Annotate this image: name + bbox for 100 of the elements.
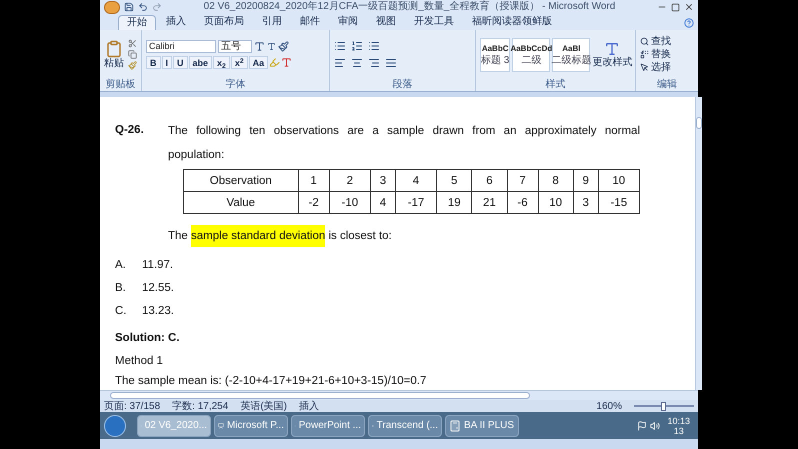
editing-command[interactable]: 查找 [640, 36, 694, 48]
style-name: 二级标题 [551, 55, 592, 66]
ribbon-tab[interactable]: 插入 [158, 15, 194, 30]
table-cell: -15 [598, 192, 640, 214]
ribbon-tab[interactable]: 审阅 [330, 15, 366, 30]
shrink-font-icon[interactable] [267, 42, 276, 51]
clear-format-icon[interactable] [278, 41, 289, 52]
language-status: 英语(美国) [240, 400, 287, 412]
table-cell: 6 [472, 170, 508, 192]
copy-icon[interactable] [128, 50, 137, 59]
option-text: 13.23. [142, 304, 174, 319]
word-count: 字数: 17,254 [172, 400, 228, 412]
window-title: 02 V6_20200824_2020年12月CFA一级百题预测_数量_全程教育（授课版） - Microsoft Word [202, 1, 616, 13]
group-label: 剪贴板 [104, 79, 136, 91]
solution-text: Solution: C. [115, 331, 181, 346]
table-cell: 21 [472, 192, 508, 214]
option-letter: A. [115, 258, 127, 273]
editing-command[interactable]: 选择 [640, 62, 694, 74]
zoom-slider-thumb[interactable] [661, 402, 666, 410]
format-button[interactable]: x$^{2}$ [230, 56, 248, 69]
table-cell: Observation [184, 170, 298, 192]
font-color-icon[interactable] [281, 57, 292, 68]
editing-command[interactable]: 替换 [640, 48, 694, 60]
table-cell: 7 [507, 170, 538, 192]
clock[interactable]: 10:13 13 [663, 416, 694, 436]
format-painter-icon[interactable] [128, 61, 137, 70]
vertical-scrollbar[interactable] [695, 97, 702, 390]
restore-icon[interactable] [671, 2, 680, 12]
prompt-text: The sample standard deviation is closest to: [168, 224, 640, 248]
search-icon [640, 37, 649, 46]
align-right-icon[interactable] [368, 57, 380, 69]
volume-icon[interactable] [650, 420, 660, 430]
align-center-icon[interactable] [351, 57, 363, 69]
font-size-field[interactable]: 五号 [218, 40, 252, 53]
table-cell: 4 [370, 192, 396, 214]
format-button[interactable]: U [173, 56, 188, 69]
ribbon-tab[interactable]: 引用 [254, 15, 290, 30]
taskbar-button[interactable]: Transcend (... [368, 414, 442, 436]
cut-icon[interactable] [128, 39, 137, 48]
change-styles-button[interactable]: 更改样式 [592, 41, 632, 68]
format-button[interactable]: I [162, 56, 172, 69]
table-cell: -2 [298, 192, 330, 214]
option-letter: C. [115, 304, 128, 319]
group-label: 编辑 [656, 79, 678, 91]
office-button[interactable] [104, 0, 120, 14]
format-button[interactable]: x$_{2}$ [213, 56, 230, 69]
style-sample: AaBl [562, 43, 580, 54]
taskbar-button[interactable]: BA II PLUS [445, 414, 519, 436]
help-icon[interactable] [684, 18, 694, 28]
format-button[interactable]: abe [188, 56, 212, 69]
table-cell: -17 [395, 192, 437, 214]
format-button[interactable]: Aa [248, 56, 268, 69]
ribbon-tab[interactable]: 福昕阅读器领鲜版 [464, 15, 560, 30]
ribbon-tab[interactable]: 邮件 [292, 15, 328, 30]
table-cell: 19 [436, 192, 472, 214]
pointer-icon [640, 63, 649, 72]
font-name-field[interactable]: Calibri [146, 40, 216, 53]
style-preset[interactable]: AaBl 二级标题 [552, 38, 590, 72]
flag-icon[interactable] [637, 420, 648, 430]
taskbar-button[interactable]: Microsoft P... [214, 414, 288, 436]
zoom-slider[interactable] [634, 402, 694, 410]
method-heading: Method 1 [115, 354, 164, 369]
save-icon[interactable] [124, 2, 134, 12]
body-text: The sample mean is: (-2-10+4-17+19+21-6+10+3-15)/10=0.7 [115, 374, 428, 389]
ribbon-tab[interactable]: 开发工具 [406, 15, 462, 30]
table-cell: 8 [538, 170, 574, 192]
numbered-list-icon[interactable] [351, 40, 363, 52]
question-number: Q-26. [115, 123, 145, 138]
style-preset[interactable]: AaBbC 标题 3 [480, 38, 510, 72]
format-button[interactable]: B [146, 56, 160, 69]
justify-icon[interactable] [385, 57, 397, 69]
style-sample: AaBbC [482, 43, 508, 54]
grow-font-icon[interactable] [254, 41, 265, 52]
table-cell: 4 [395, 170, 437, 192]
table-cell: 5 [436, 170, 472, 192]
style-preset[interactable]: AaBbCcDd 二级 [512, 38, 550, 72]
letter-icon [604, 41, 620, 57]
option-letter: B. [115, 281, 127, 296]
table-cell: Value [184, 192, 298, 214]
undo-icon[interactable] [138, 2, 148, 12]
option-text: 11.97. [142, 258, 174, 273]
ribbon-tab[interactable]: 开始 [118, 15, 156, 30]
table-cell: -10 [329, 192, 370, 214]
table-cell: 10 [598, 170, 640, 192]
taskbar-button[interactable]: PowerPoint ... [291, 414, 365, 436]
close-icon[interactable] [684, 2, 694, 12]
option-text: 12.55. [142, 281, 174, 296]
table-cell: 1 [298, 170, 330, 192]
style-sample: AaBbCcDd [510, 43, 552, 55]
table-cell: 3 [370, 170, 396, 192]
table-cell: -6 [507, 192, 538, 214]
horizontal-scrollbar[interactable] [100, 390, 698, 400]
start-button[interactable] [104, 414, 126, 436]
ribbon-tab[interactable]: 页面布局 [196, 15, 252, 30]
page-count: 页面: 37/158 [104, 400, 160, 412]
align-left-icon[interactable] [334, 57, 346, 69]
group-label: 段落 [392, 79, 414, 91]
insert-mode: 插入 [298, 400, 319, 412]
paste-button[interactable]: 粘贴 [104, 40, 124, 69]
ribbon-tab[interactable]: 视图 [368, 15, 404, 30]
